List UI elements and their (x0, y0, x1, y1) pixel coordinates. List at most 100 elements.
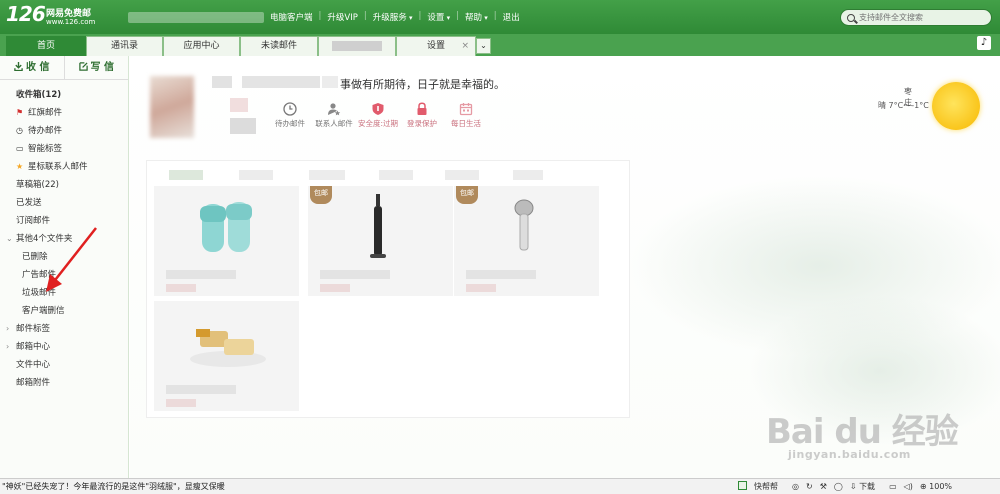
tab-bar: 首页 通讯录 应用中心 未读邮件 设置 × ⌄ (0, 34, 1000, 56)
product-tab[interactable] (513, 170, 543, 180)
tab-blurred[interactable] (318, 36, 396, 56)
product-tab[interactable] (309, 170, 345, 180)
globe-icon[interactable]: ◯ (834, 479, 843, 494)
avatar[interactable] (150, 76, 194, 138)
blurred-block (212, 76, 232, 88)
clock-icon: ◷ (16, 126, 23, 135)
tab-blurred-label (332, 40, 382, 51)
quick-security[interactable]: 安全度:过期 (356, 102, 400, 129)
sidebar-item-smart-tags[interactable]: ▭ 智能标签 (0, 140, 128, 158)
free-shipping-badge: 包邮 (456, 186, 478, 204)
product-card-shower-head[interactable]: 包邮 (454, 186, 599, 296)
close-icon[interactable]: × (461, 37, 469, 56)
sidebar-item-sent[interactable]: 已发送 (0, 194, 128, 212)
free-shipping-badge: 包邮 (310, 186, 332, 204)
music-note-icon[interactable]: ♪ (977, 36, 991, 50)
status-bar-tools: 快帮帮 ◎ ↻ ⚒ ◯ ⇩ 下载 ▭ ◁) ⊕ 100% (738, 479, 966, 494)
sidebar-item-label: 文件中心 (16, 360, 51, 370)
sidebar-item-inbox[interactable]: 收件箱(12) (0, 86, 128, 104)
news-ticker[interactable]: "神妖"已经失宠了！今年最流行的是这件"羽绒服"，显瘦又保暖 (2, 479, 225, 494)
sidebar-item-mail-tags[interactable]: › 邮件标签 (0, 320, 128, 338)
write-button[interactable]: 写 信 (63, 56, 129, 79)
clock-icon (283, 102, 297, 116)
quick-todo[interactable]: 待办邮件 (268, 102, 312, 129)
nav-upgrade-service[interactable]: 升级服务 (373, 11, 413, 23)
slippers-image (200, 202, 252, 252)
logo-domain: www.126.com (46, 18, 96, 26)
product-tab[interactable] (239, 170, 273, 180)
tab-more-chevron-down-icon[interactable]: ⌄ (476, 38, 491, 54)
sidebar-item-mailbox-center[interactable]: › 邮箱中心 (0, 338, 128, 356)
quick-actions: 待办邮件 联系人邮件 安全度:过期 登录保护 每日生活 (268, 102, 488, 129)
quick-security-label: 安全度:过期 (357, 119, 399, 128)
quick-daily-life-label: 每日生活 (451, 119, 481, 128)
logo[interactable]: 126 网易免费邮 www.126.com (6, 2, 95, 26)
sidebar-item-file-center[interactable]: 文件中心 (0, 356, 128, 374)
product-card-toothbrush[interactable]: 包邮 (308, 186, 453, 296)
blurred-block (322, 76, 338, 88)
top-nav: 电脑客户端| 升级VIP| 升级服务| 设置| 帮助| 退出 (270, 11, 520, 23)
sidebar-item-todo[interactable]: ◷ 待办邮件 (0, 122, 128, 140)
quick-daily-life[interactable]: 每日生活 (444, 102, 488, 129)
product-card-slippers[interactable] (154, 186, 299, 296)
tab-unread-mail[interactable]: 未读邮件 (240, 36, 318, 56)
red-annotation-arrow-icon (46, 227, 97, 292)
sidebar-item-label: 星标联系人邮件 (28, 162, 88, 172)
quick-contacts[interactable]: 联系人邮件 (312, 102, 356, 129)
quick-login-protect-label: 登录保护 (407, 119, 437, 128)
sidebar-item-label: 已发送 (16, 198, 42, 208)
browser-icon[interactable]: ◎ (792, 479, 799, 494)
search-icon (847, 13, 855, 22)
quick-login-protect[interactable]: 登录保护 (400, 102, 444, 129)
pen-icon (78, 62, 88, 71)
product-tab[interactable] (445, 170, 479, 180)
product-tab[interactable] (379, 170, 413, 180)
tab-app-center[interactable]: 应用中心 (163, 36, 240, 56)
window-icon[interactable]: ▭ (889, 479, 897, 494)
nav-upgrade-vip[interactable]: 升级VIP (327, 11, 357, 23)
nav-logout[interactable]: 退出 (503, 11, 520, 23)
sidebar-item-label: 订阅邮件 (16, 216, 51, 226)
chevron-right-icon[interactable]: › (6, 338, 9, 356)
calendar-icon (459, 103, 473, 116)
product-panel: 包邮 包邮 (146, 160, 630, 418)
quick-help-label: 快帮帮 (754, 482, 778, 491)
nav-settings[interactable]: 设置 (427, 11, 450, 23)
product-tab[interactable] (169, 170, 203, 180)
weather-temp: 晴 7°C～-1°C (878, 101, 929, 110)
sidebar-item-starred-contacts[interactable]: ★ 星标联系人邮件 (0, 158, 128, 176)
search-box[interactable] (840, 9, 992, 26)
sidebar-item-attachments[interactable]: 邮箱附件 (0, 374, 128, 392)
baidu-jingyan-watermark: Bai du 经验 (766, 412, 959, 452)
shield-icon (372, 103, 384, 115)
volume-icon[interactable]: ◁) (904, 479, 913, 494)
lock-icon (417, 102, 427, 115)
tab-home[interactable]: 首页 (6, 36, 86, 56)
inbox-count: (12) (41, 90, 62, 100)
download-button[interactable]: ⇩ 下载 (850, 479, 882, 494)
chevron-down-icon[interactable]: ⌄ (6, 230, 13, 248)
tab-settings[interactable]: 设置 × (396, 36, 476, 56)
sidebar-item-label: 待办邮件 (28, 126, 63, 136)
blurred-block (242, 76, 320, 88)
logo-number: 126 (6, 2, 46, 26)
tab-contacts[interactable]: 通讯录 (86, 36, 163, 56)
nav-help[interactable]: 帮助 (465, 11, 488, 23)
product-card-pastry[interactable] (154, 301, 299, 411)
zoom-level: 100% (929, 482, 953, 491)
sun-weather-icon (932, 82, 980, 130)
compose-row: 收 信 写 信 (0, 56, 128, 80)
star-icon: ★ (16, 162, 24, 171)
refresh-icon[interactable]: ↻ (806, 479, 813, 494)
zoom-control[interactable]: ⊕ 100% (920, 479, 959, 494)
red-flag-icon: ⚑ (16, 108, 24, 117)
sidebar-item-client-deleted[interactable]: 客户端删信 (0, 302, 128, 320)
sidebar-item-red-flag[interactable]: ⚑ 红旗邮件 (0, 104, 128, 122)
chevron-right-icon[interactable]: › (6, 320, 9, 338)
quick-help-button[interactable]: 快帮帮 (738, 479, 785, 494)
nav-desktop-client[interactable]: 电脑客户端 (270, 11, 313, 23)
receive-button[interactable]: 收 信 (0, 56, 64, 79)
search-input[interactable] (859, 13, 989, 22)
tools-icon[interactable]: ⚒ (820, 479, 827, 494)
sidebar-item-drafts[interactable]: 草稿箱(22) (0, 176, 128, 194)
